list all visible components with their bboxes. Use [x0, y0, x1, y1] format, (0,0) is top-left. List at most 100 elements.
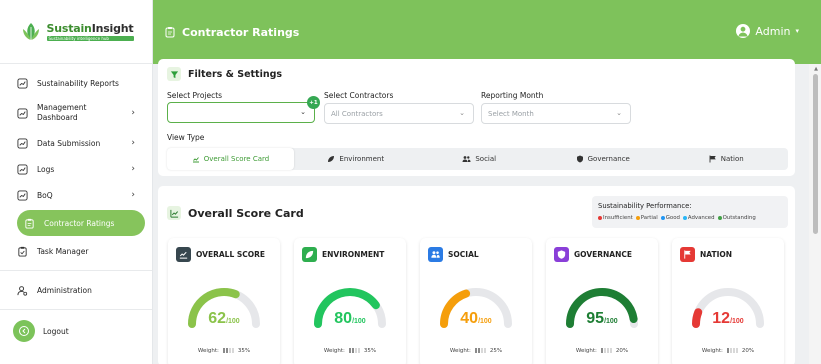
legend-dot [717, 215, 722, 220]
user-menu[interactable]: Admin ▾ [736, 24, 799, 38]
contractors-select[interactable]: All Contractors ⌄ [324, 103, 474, 124]
weight-bar-segment [351, 348, 354, 353]
chevron-right-icon: › [131, 138, 135, 148]
weight-bar-segment [474, 348, 477, 353]
scroll-up-icon[interactable]: ▲ [814, 66, 818, 72]
weight-bar-segment [225, 348, 228, 353]
chevron-right-icon: › [131, 164, 135, 174]
weight-bar-segment [231, 348, 234, 353]
legend-label: Good [665, 215, 680, 221]
user-name: Admin [755, 24, 791, 38]
projects-select[interactable]: ⌄ +1 [167, 96, 320, 123]
user-gear-icon [17, 285, 28, 296]
weight-bar-segment [609, 348, 612, 353]
brand-logo[interactable]: SustainInsight Sustainability intelligen… [0, 0, 152, 64]
weight-row: Weight: 20% [546, 348, 658, 354]
sidebar-item-label: Contractor Ratings [44, 218, 115, 228]
score-card-governance[interactable]: GOVERNANCE 95/100 Weight: 20% [546, 238, 658, 364]
sidebar-item-label: Task Manager [37, 246, 89, 256]
users-icon [428, 247, 443, 262]
card-title: OVERALL SCORE [196, 250, 266, 259]
trend-chart-icon [192, 157, 199, 163]
sidebar-divider [0, 270, 152, 271]
clipboard-icon [25, 218, 34, 229]
weight-bar [726, 348, 738, 353]
chart-icon [17, 77, 28, 89]
chevron-right-icon: › [131, 108, 135, 118]
weight-value: 20% [615, 348, 629, 354]
weight-bar-segment [732, 348, 735, 353]
card-title: ENVIRONMENT [322, 250, 385, 259]
weight-bar-segment [729, 348, 732, 353]
tab-nation[interactable]: Nation [665, 148, 789, 170]
sidebar-item-contractor-ratings[interactable]: Contractor Ratings [17, 210, 145, 236]
sidebar: SustainInsight Sustainability intelligen… [0, 0, 153, 364]
users-icon [462, 156, 471, 162]
weight-bar-segment [222, 348, 225, 353]
weight-row: Weight: 35% [168, 348, 280, 354]
contractors-value: All Contractors [331, 109, 383, 118]
sidebar-item-administration[interactable]: Administration [17, 277, 145, 303]
performance-legend-title: Sustainability Performance: [598, 202, 692, 210]
chart-icon [17, 137, 28, 149]
brand-tagline: Sustainability intelligence hub [46, 36, 134, 41]
tab-governance[interactable]: Governance [541, 148, 665, 170]
weight-bar-segment [735, 348, 738, 353]
weight-bar-segment [603, 348, 606, 353]
sidebar-item-logout[interactable]: Logout [13, 316, 145, 346]
chart-icon [17, 163, 28, 175]
weight-bar-segment [480, 348, 483, 353]
legend-dot [598, 215, 602, 220]
legend-items: Insufficient Partial Good Advanced Outstandi… [598, 215, 788, 221]
sidebar-item-logs[interactable]: Logs › [17, 156, 145, 182]
score-card-title: Overall Score Card [188, 206, 304, 220]
weight-bar-segment [600, 348, 603, 353]
flag-icon [709, 155, 716, 163]
sidebar-item-label: BoQ [37, 190, 53, 200]
page-scrollbar[interactable]: ▲ [809, 64, 821, 364]
legend-label: Advanced [687, 215, 715, 221]
leaf-icon [302, 247, 317, 262]
score-value: 62/100 [208, 310, 240, 327]
legend-item: Insufficient [598, 215, 633, 221]
chevron-down-icon: ⌄ [459, 109, 465, 117]
month-select[interactable]: Select Month ⌄ [481, 103, 631, 124]
legend-dot [682, 215, 687, 220]
chart-icon [17, 107, 28, 119]
projects-label: Select Projects [167, 91, 223, 100]
score-card-social[interactable]: SOCIAL 40/100 Weight: 25% [420, 238, 532, 364]
sidebar-item-label: Sustainability Reports [37, 78, 119, 88]
trend-chart-icon [176, 247, 191, 262]
score-card-environment[interactable]: ENVIRONMENT 80/100 Weight: 35% [294, 238, 406, 364]
score-card-overall-score[interactable]: OVERALL SCORE 62/100 Weight: 35% [168, 238, 280, 364]
chevron-down-icon: ⌄ [300, 108, 306, 116]
card-title: GOVERNANCE [574, 250, 633, 259]
sidebar-divider [0, 309, 152, 310]
weight-row: Weight: 25% [420, 348, 532, 354]
sidebar-item-task-manager[interactable]: Task Manager [17, 238, 145, 264]
leaf-logo-icon [22, 22, 39, 41]
sidebar-item-data-submission[interactable]: Data Submission › [17, 130, 145, 156]
legend-label: Partial [640, 215, 658, 221]
card-header: SOCIAL [428, 247, 479, 262]
top-header: Contractor Ratings Admin ▾ [153, 0, 821, 64]
view-type-label: View Type [167, 133, 205, 142]
trend-chart-icon [167, 206, 181, 220]
sidebar-item-management-dashboard[interactable]: Management Dashboard › [17, 96, 145, 130]
filter-icon [167, 67, 181, 81]
sidebar-item-sustainability-reports[interactable]: Sustainability Reports [17, 70, 145, 96]
sidebar-item-boq[interactable]: BoQ › [17, 182, 145, 208]
legend-item: Outstanding [717, 215, 756, 221]
card-title: NATION [700, 250, 733, 259]
score-value: 40/100 [460, 310, 492, 327]
score-card-panel: Overall Score Card Sustainability Perfor… [158, 186, 795, 364]
caret-down-icon: ▾ [795, 27, 799, 35]
tab-overall-score-card[interactable]: Overall Score Card [167, 148, 294, 170]
score-card-nation[interactable]: NATION 12/100 Weight: 20% [672, 238, 784, 364]
contractors-label: Select Contractors [324, 91, 394, 100]
scrollbar-thumb[interactable] [813, 74, 818, 234]
legend-item: Good [660, 215, 680, 221]
gauge-fill [692, 308, 703, 328]
tab-environment[interactable]: Environment [294, 148, 418, 170]
tab-social[interactable]: Social [418, 148, 542, 170]
